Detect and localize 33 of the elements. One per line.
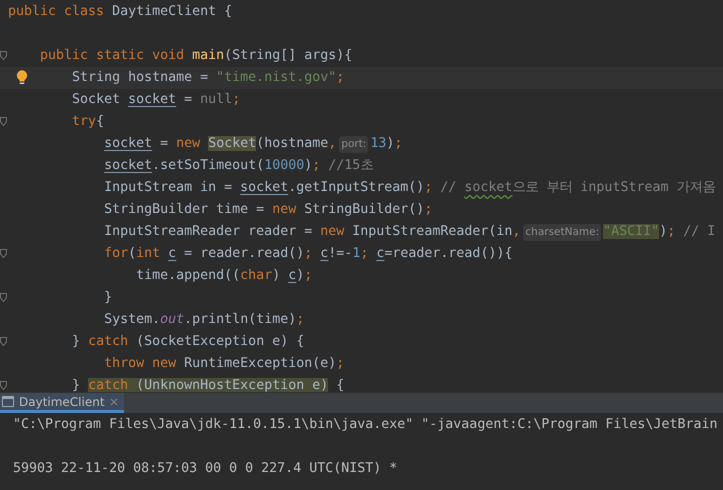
- fold-marker-icon[interactable]: [0, 51, 7, 60]
- code-text: public static void main(String[] args){: [40, 47, 352, 65]
- code-text: InputStreamReader reader = new InputStreamReader(in,: [104, 223, 520, 241]
- lightbulb-icon[interactable]: [16, 70, 28, 85]
- parameter-hint: port:: [339, 136, 368, 152]
- close-icon[interactable]: [110, 398, 118, 406]
- code-text: System.out.println(time);: [104, 311, 304, 329]
- console-icon: [2, 396, 14, 407]
- code-text: }: [104, 289, 112, 307]
- parameter-hint: charsetName:: [523, 224, 602, 240]
- run-tab[interactable]: DaytimeClient: [0, 393, 124, 413]
- fold-marker-icon[interactable]: [0, 337, 7, 346]
- fold-marker-icon[interactable]: [0, 249, 7, 258]
- code-text: for(int c = reader.read(); c!=-1; c=reader.read()){: [104, 245, 512, 263]
- code-text: 13);: [370, 135, 402, 153]
- code-text: String hostname = "time.nist.gov";: [72, 69, 344, 87]
- code-text: socket.setSoTimeout(10000); //15초: [104, 157, 374, 175]
- console-output: 59903 22-11-20 08:57:03 00 0 0 227.4 UTC(NIST) *: [13, 461, 398, 476]
- console-output: "C:\Program Files\Java\jdk-11.0.15.1\bin\java.exe" "-javaagent:C:\Program Files\JetBrain: [13, 417, 718, 432]
- fold-marker-icon[interactable]: [0, 293, 7, 302]
- code-text: throw new RuntimeException(e);: [104, 355, 344, 373]
- code-text: InputStream in = socket.getInputStream(); // socket으로 부터 inputStream 가져옴: [104, 179, 716, 197]
- code-text: } catch (SocketException e) {: [72, 333, 304, 351]
- code-text: Socket socket = null;: [72, 91, 240, 109]
- code-text: StringBuilder time = new StringBuilder();: [104, 201, 432, 219]
- code-text: "ASCII"); // I: [603, 223, 716, 241]
- code-text: socket = new Socket(hostname,: [104, 135, 336, 153]
- fold-marker-icon[interactable]: [0, 381, 7, 390]
- code-text: try{: [72, 113, 104, 131]
- code-text: } catch (UnknownHostException e) {: [72, 377, 344, 392]
- code-text: time.append((char) c);: [136, 267, 312, 285]
- fold-marker-icon[interactable]: [0, 117, 7, 126]
- code-text: public class DaytimeClient {: [8, 3, 232, 21]
